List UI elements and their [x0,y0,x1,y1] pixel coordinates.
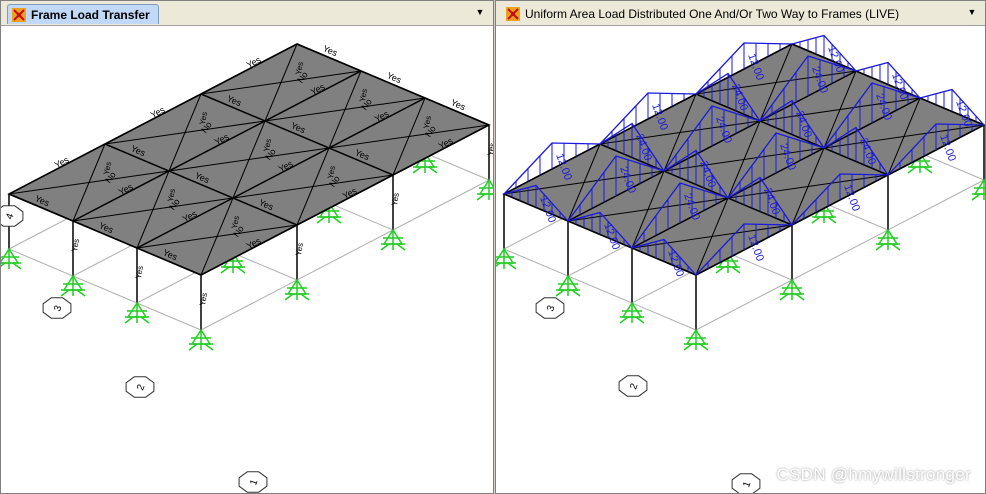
support-icon [188,328,214,351]
grid-bubble-2: 2 [618,375,648,397]
chevron-down-icon[interactable]: ▼ [473,5,487,19]
support-icon [476,178,493,201]
left-3d-viewport[interactable]: Yes Yes Yes Yes Yes Yes Yes Yes Yes Yes Yes Yes Yes Y… [1,26,493,493]
support-icon [683,328,709,351]
column-label-yes: Yes [294,242,305,256]
frame-load-transfer-pane[interactable]: Frame Load Transfer ▼ Yes Yes Yes Yes Yes Yes… [0,0,494,494]
column-label-yes: Yes [390,192,401,206]
column-label-yes: Yes [134,265,145,279]
column-label-yes: Yes [70,238,81,252]
support-icon [496,247,517,270]
support-icon [875,228,901,251]
chevron-down-icon[interactable]: ▼ [965,5,979,19]
sap-logo-icon [12,7,26,22]
support-icon [380,228,406,251]
grid-bubble-2: 2 [125,376,155,398]
grid-bubble-1: 1 [238,471,268,493]
column-label-yes: Yes [198,292,209,306]
tab-frame-load-transfer[interactable]: Frame Load Transfer [7,4,159,24]
support-icon [1,247,22,270]
left-tab-bar: Frame Load Transfer ▼ [1,1,493,26]
tab-uniform-area-load[interactable]: Uniform Area Load Distributed One And/Or… [502,4,908,24]
sap-logo-icon [506,7,520,21]
grid-bubble-1: 1 [731,473,761,493]
support-icon [60,274,86,297]
support-icon [779,278,805,301]
support-icon [284,278,310,301]
support-icon [619,301,645,324]
grid-bubble-3: 3 [42,297,72,319]
grid-bubble-4: 4 [1,205,24,227]
support-icon [555,274,581,297]
left-model-svg[interactable]: YesYesYesYesYesYesYesYesYesYesYesYesYesY… [1,26,493,493]
right-model-svg[interactable]: 12.0012.0012.0024.0024.0024.0024.0024.00… [496,26,985,493]
watermark-text: CSDN @hmywillstronger [776,465,971,484]
right-3d-viewport[interactable]: 12.00 12.00 12.00 24.00 24.00 24.00 24.00 24.00… [496,26,985,493]
support-icon [124,301,150,324]
uniform-area-load-pane[interactable]: Uniform Area Load Distributed One And/Or… [495,0,986,494]
grid-bubble-3: 3 [535,297,565,319]
column-label-yes: Yes [486,142,493,156]
right-tab-bar: Uniform Area Load Distributed One And/Or… [496,1,985,26]
tab-title: Frame Load Transfer [31,7,150,22]
tab-title: Uniform Area Load Distributed One And/Or… [525,7,900,21]
